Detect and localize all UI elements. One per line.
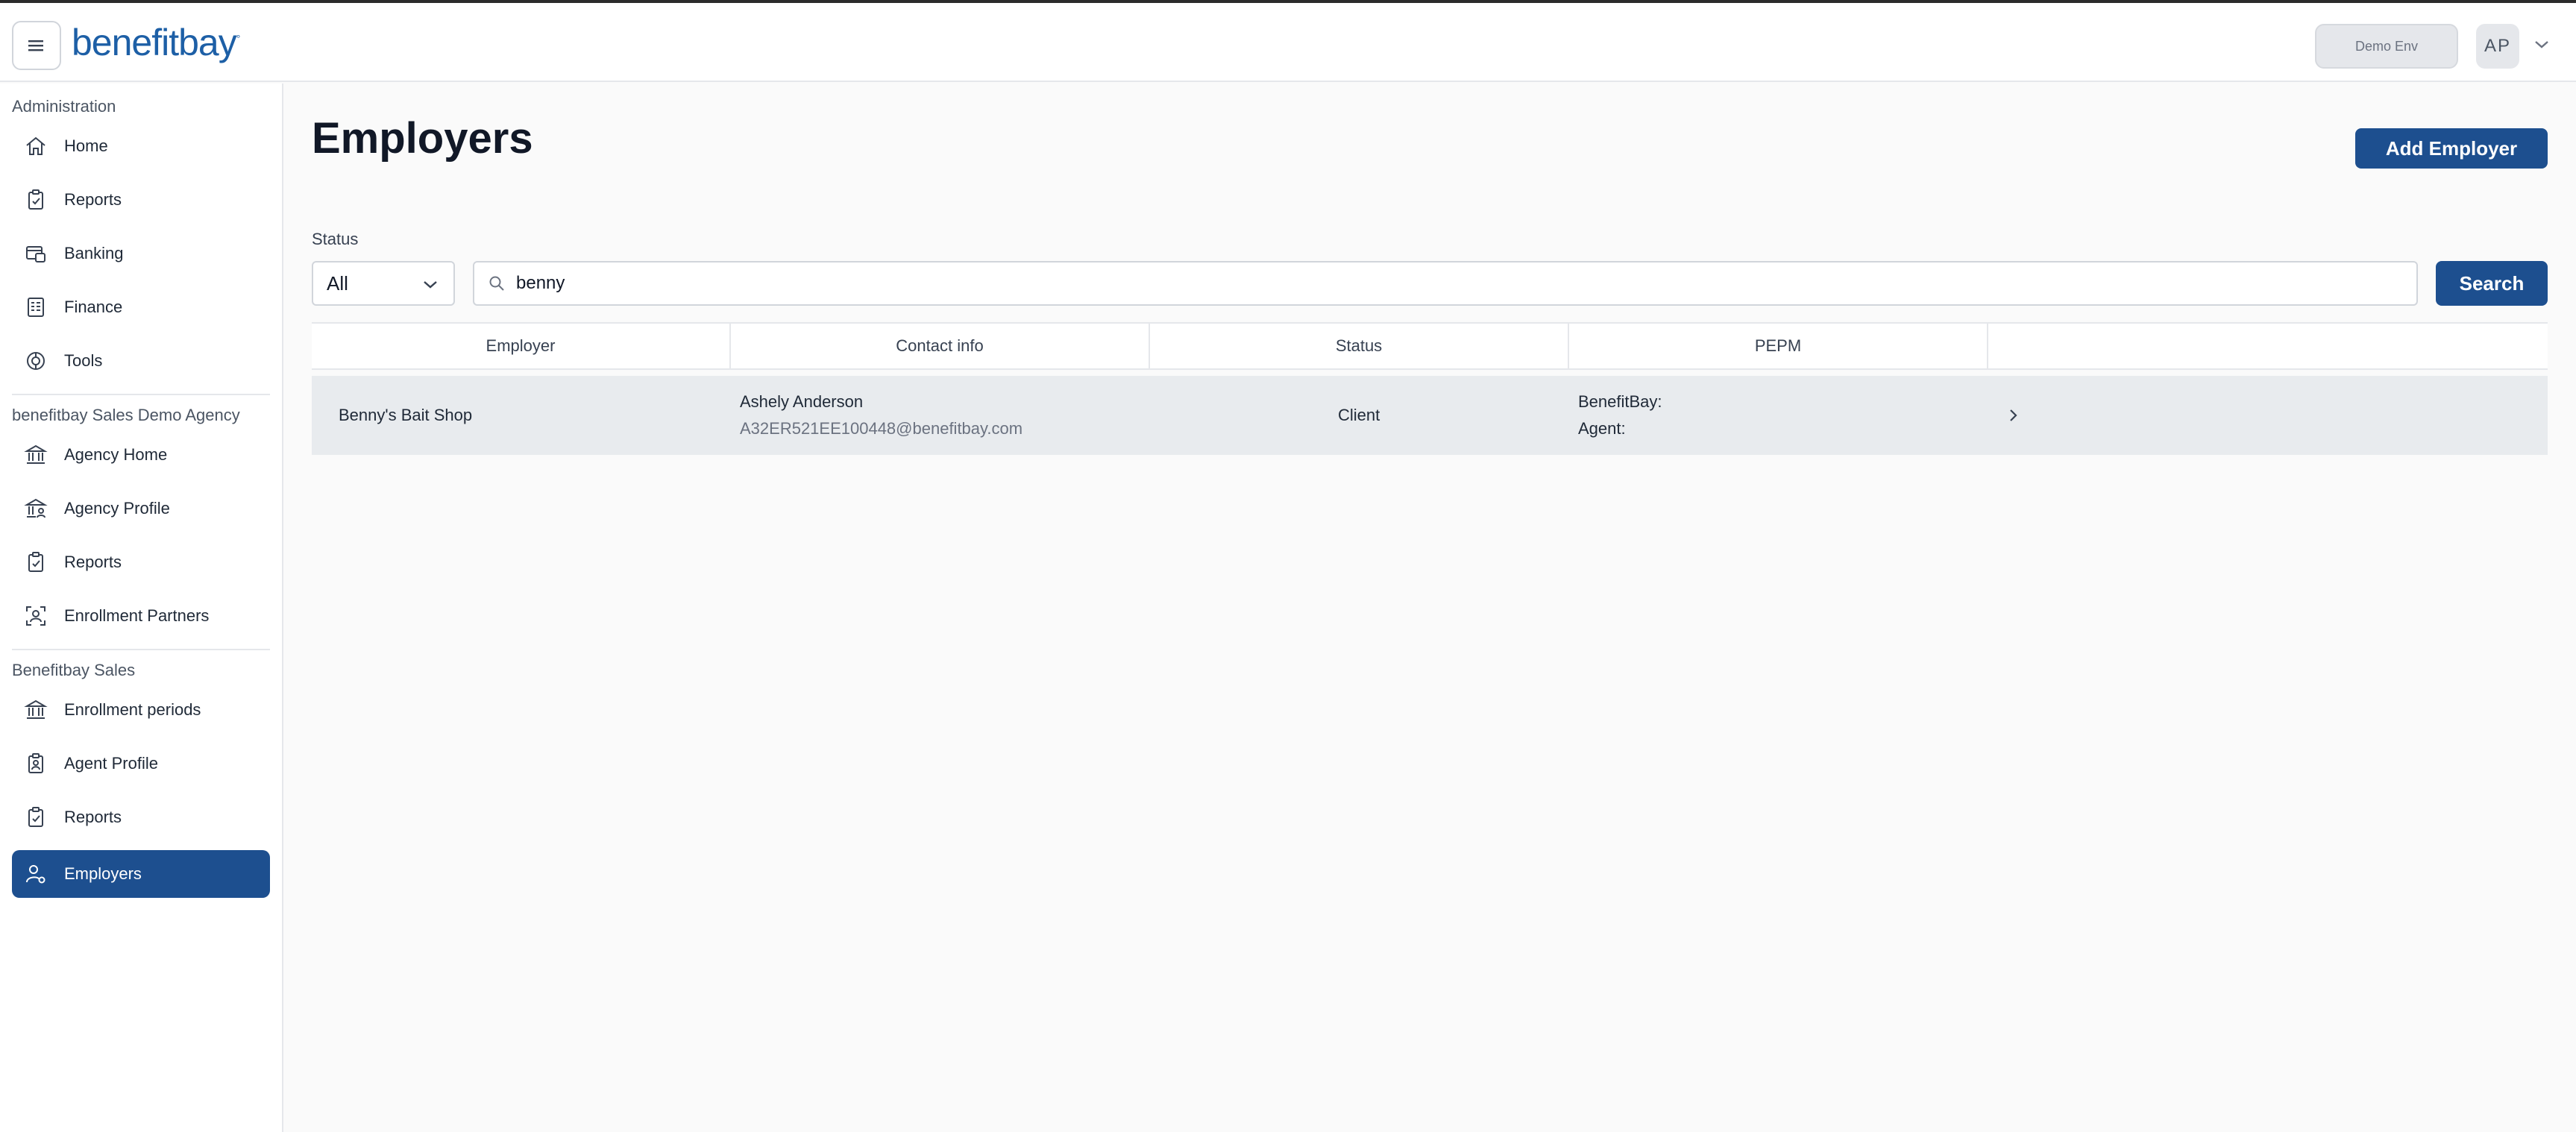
chevron-right-icon[interactable] <box>2008 407 2020 424</box>
column-header-employer[interactable]: Employer <box>312 324 731 368</box>
partners-icon <box>22 603 49 629</box>
status-filter-label: Status <box>312 230 359 248</box>
sidebar-item-home[interactable]: Home <box>12 122 270 170</box>
contact-email: A32ER521EE100448@benefitbay.com <box>740 419 1023 438</box>
sidebar-item-agency-reports[interactable]: Reports <box>12 538 270 586</box>
sidebar-item-label: Tools <box>64 351 103 370</box>
sidebar-item-banking[interactable]: Banking <box>12 230 270 277</box>
column-header-status[interactable]: Status <box>1150 324 1569 368</box>
search-button[interactable]: Search <box>2436 261 2548 306</box>
bank-card-icon <box>22 240 49 267</box>
chevron-down-icon <box>424 281 437 289</box>
clipboard-check-icon <box>22 186 49 213</box>
user-gear-icon <box>22 861 49 887</box>
sidebar-item-label: Reports <box>64 808 122 826</box>
column-header-actions <box>1988 324 2548 368</box>
sidebar-section-title-agency: benefitbay Sales Demo Agency <box>12 406 240 424</box>
menu-button[interactable] <box>12 21 61 70</box>
employer-name: Benny's Bait Shop <box>339 406 473 424</box>
avatar[interactable]: AP <box>2476 24 2519 69</box>
sidebar-item-finance[interactable]: Finance <box>12 283 270 331</box>
sidebar-divider <box>12 394 270 395</box>
sidebar-item-label: Agency Home <box>64 445 168 464</box>
sidebar-item-tools[interactable]: Tools <box>12 337 270 385</box>
institution-icon <box>22 441 49 468</box>
sidebar-item-label: Enrollment Partners <box>64 606 210 625</box>
table-row[interactable]: Benny's Bait Shop Ashely Anderson A32ER5… <box>312 376 2548 455</box>
column-header-contact-info[interactable]: Contact info <box>731 324 1150 368</box>
sidebar-item-reports[interactable]: Reports <box>12 176 270 224</box>
sidebar-item-label: Banking <box>64 244 124 262</box>
ledger-icon <box>22 294 49 321</box>
sidebar-item-label: Employers <box>64 864 142 883</box>
top-bar: benefitbay° Demo Env AP <box>0 0 2576 82</box>
status-value: Client <box>1338 406 1380 424</box>
search-icon <box>488 274 506 292</box>
badge-icon <box>22 750 49 777</box>
sidebar-section-title-administration: Administration <box>12 97 116 116</box>
contact-name: Ashely Anderson <box>740 392 864 411</box>
sidebar-item-label: Finance <box>64 298 123 316</box>
sidebar-divider <box>12 649 270 650</box>
agency-profile-icon <box>22 495 49 522</box>
sidebar-item-agency-profile[interactable]: Agency Profile <box>12 485 270 532</box>
clipboard-check-icon <box>22 549 49 576</box>
sidebar-item-sales-reports[interactable]: Reports <box>12 793 270 841</box>
environment-badge: Demo Env <box>2315 24 2458 69</box>
sidebar-item-label: Enrollment periods <box>64 700 201 719</box>
sidebar-item-enrollment-periods[interactable]: Enrollment periods <box>12 686 270 734</box>
sidebar-item-agent-profile[interactable]: Agent Profile <box>12 740 270 787</box>
sidebar: Administration Home Reports Banking Fina… <box>0 84 283 1132</box>
tools-icon <box>22 348 49 374</box>
hamburger-icon <box>28 40 43 51</box>
clipboard-check-icon <box>22 804 49 831</box>
sidebar-item-label: Agent Profile <box>64 754 158 773</box>
sidebar-item-label: Reports <box>64 190 122 209</box>
table-header: Employer Contact info Status PEPM <box>312 322 2548 370</box>
status-select-value: All <box>327 271 348 295</box>
sidebar-item-agency-home[interactable]: Agency Home <box>12 431 270 479</box>
pepm-agent: Agent: <box>1578 419 1626 438</box>
brand-logo[interactable]: benefitbay° <box>72 21 240 64</box>
pepm-benefitbay: BenefitBay: <box>1578 392 1662 411</box>
search-field[interactable] <box>473 261 2418 306</box>
sidebar-item-enrollment-partners[interactable]: Enrollment Partners <box>12 592 270 640</box>
home-icon <box>22 133 49 160</box>
sidebar-item-label: Home <box>64 136 108 155</box>
search-input[interactable] <box>516 273 2306 294</box>
sidebar-section-title-sales: Benefitbay Sales <box>12 661 136 679</box>
page-title: Employers <box>312 114 533 163</box>
sidebar-item-label: Agency Profile <box>64 499 170 518</box>
add-employer-button[interactable]: Add Employer <box>2355 128 2548 169</box>
column-header-pepm[interactable]: PEPM <box>1569 324 1988 368</box>
sidebar-item-label: Reports <box>64 553 122 571</box>
status-select[interactable]: All <box>312 261 455 306</box>
sidebar-item-employers[interactable]: Employers <box>12 850 270 898</box>
chevron-down-icon[interactable] <box>2533 37 2551 52</box>
institution-icon <box>22 697 49 723</box>
